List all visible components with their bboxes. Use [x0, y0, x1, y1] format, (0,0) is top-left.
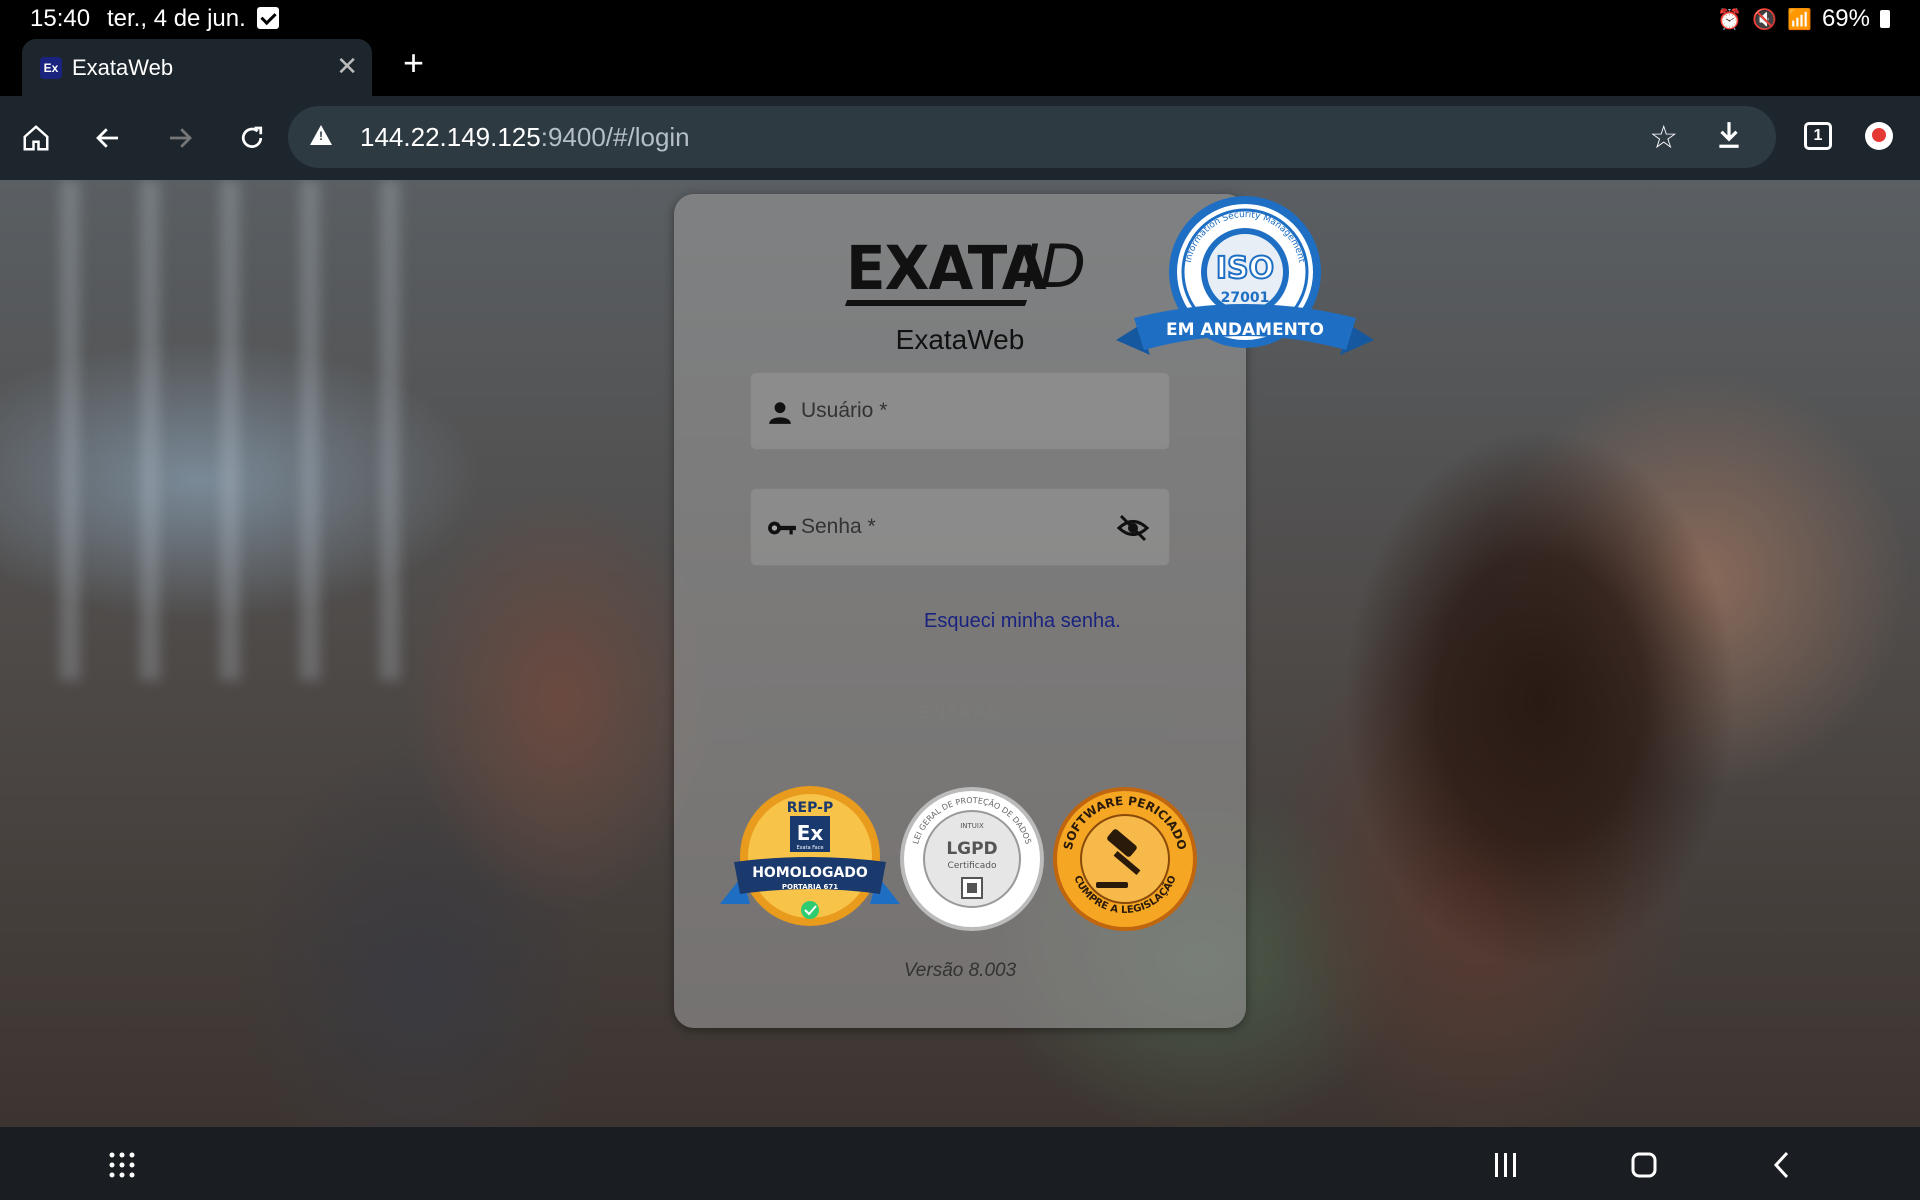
- password-input[interactable]: [801, 509, 1101, 545]
- svg-text:REP-P: REP-P: [787, 800, 833, 816]
- close-tab-icon[interactable]: ✕: [336, 51, 358, 82]
- alarm-icon: ⏰: [1717, 8, 1743, 31]
- username-field[interactable]: [750, 372, 1170, 450]
- exata-id-logo: EXATA ID: [844, 232, 1086, 314]
- status-date: ter., 4 de jun.: [107, 5, 246, 32]
- url-text[interactable]: 144.22.149.125:9400/#/login: [360, 122, 690, 153]
- download-icon[interactable]: [1716, 120, 1742, 150]
- recent-apps-icon[interactable]: [1486, 1145, 1526, 1185]
- rep-p-homologado-badge: REP-P Ex Exata Face HOMOLOGADO PORTARIA …: [720, 786, 900, 926]
- svg-text:Certificado: Certificado: [948, 861, 997, 871]
- status-bar: 15:40 ter., 4 de jun. ⏰ 🔇 📶 69%: [0, 0, 1920, 36]
- enter-button[interactable]: ENTRAR: [740, 686, 1180, 742]
- svg-text:HOMOLOGADO: HOMOLOGADO: [752, 865, 868, 881]
- forgot-password-link[interactable]: Esqueci minha senha.: [924, 610, 1121, 633]
- login-card: EXATA ID ExataWeb ISO 27001 Information …: [674, 194, 1374, 1028]
- svg-text:Ex: Ex: [797, 821, 824, 845]
- battery-icon: [1880, 10, 1890, 28]
- mute-icon: 🔇: [1752, 8, 1778, 31]
- svg-text:EM ANDAMENTO: EM ANDAMENTO: [1166, 320, 1324, 340]
- home-icon[interactable]: [14, 116, 58, 160]
- back-nav-icon[interactable]: [1762, 1145, 1802, 1185]
- profile-icon[interactable]: [1865, 122, 1893, 150]
- software-periciado-badge: SOFTWARE PERICIADO CUMPRE A LEGISLAÇÃO: [1053, 787, 1197, 931]
- insecure-warning-icon[interactable]: [310, 125, 332, 145]
- bookmark-star-icon[interactable]: ☆: [1649, 118, 1678, 156]
- wifi-icon: 📶: [1787, 8, 1812, 31]
- back-arrow-icon[interactable]: [86, 116, 130, 160]
- svg-text:Exata Face: Exata Face: [796, 845, 823, 851]
- status-time: 15:40: [30, 5, 91, 32]
- home-nav-icon[interactable]: [1624, 1145, 1664, 1185]
- battery-percent: 69%: [1821, 5, 1870, 32]
- tab-title: ExataWeb: [72, 55, 174, 80]
- svg-text:PORTARIA 671: PORTARIA 671: [782, 883, 838, 891]
- app-drawer-icon[interactable]: [102, 1145, 142, 1185]
- iso-27001-badge: ISO 27001 Information Security Managemen…: [1116, 196, 1374, 355]
- user-icon: [769, 402, 791, 424]
- login-page-background: EXATA ID ExataWeb ISO 27001 Information …: [0, 180, 1920, 1127]
- tab-strip: Ex ExataWeb ✕ +: [0, 36, 1920, 96]
- key-icon: [768, 521, 796, 535]
- checkbox-notification-icon: [257, 7, 279, 29]
- version-text: Versão 8.003: [903, 960, 1017, 981]
- svg-text:ISO: ISO: [1216, 251, 1274, 286]
- svg-text:27001: 27001: [1221, 290, 1270, 306]
- svg-text:LGPD: LGPD: [946, 839, 997, 859]
- new-tab-icon[interactable]: +: [403, 42, 424, 84]
- browser-tab[interactable]: Ex ExataWeb ✕: [22, 39, 372, 96]
- username-input[interactable]: [801, 393, 1101, 429]
- address-bar[interactable]: 144.22.149.125:9400/#/login ☆: [288, 106, 1776, 168]
- favicon-icon: Ex: [40, 57, 62, 79]
- browser-toolbar: 144.22.149.125:9400/#/login ☆ 1: [0, 96, 1920, 180]
- password-field[interactable]: [750, 488, 1170, 566]
- tab-switcher-button[interactable]: 1: [1804, 122, 1832, 150]
- system-nav-bar: [0, 1127, 1920, 1200]
- reload-icon[interactable]: [230, 116, 274, 160]
- toggle-visibility-eye-off-icon[interactable]: [1117, 513, 1149, 543]
- svg-text:INTUIX: INTUIX: [960, 822, 984, 830]
- lgpd-certificado-badge: LEI GERAL DE PROTEÇÃO DE DADOS INTUIX LG…: [900, 787, 1044, 931]
- forward-arrow-icon[interactable]: [158, 116, 202, 160]
